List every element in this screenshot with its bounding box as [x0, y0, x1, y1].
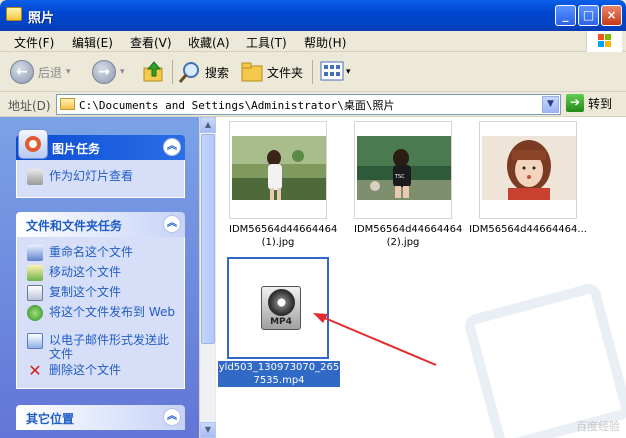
go-label: 转到 [588, 96, 613, 111]
folder-up-icon [143, 61, 163, 82]
task-label: 复制这个文件 [49, 285, 122, 299]
toolbar: ← 后退 ▾ → ▾ 搜索 文件夹 ▾ [0, 53, 626, 92]
back-button[interactable]: ← 后退 ▾ [10, 57, 71, 87]
task-pane: 图片任务 ︽ 作为幻灯片查看 文件和文件夹任务 ︽ 重命名这个文件 移动这个文件 [0, 117, 199, 438]
views-icon [320, 61, 344, 81]
delete-icon: ✕ [28, 361, 42, 380]
explorer-window: 照片 _ □ × 文件(F) 编辑(E) 查看(V) 收藏(A) 工具(T) 帮… [0, 0, 626, 438]
other-places-title: 其它位置 [26, 412, 75, 426]
forward-dropdown-icon: ▾ [120, 67, 125, 77]
task-label: 移动这个文件 [49, 265, 122, 279]
minimize-button[interactable]: _ [555, 5, 576, 26]
picture-tasks-title: 图片任务 [52, 142, 101, 156]
file-tasks-header[interactable]: 文件和文件夹任务 ︽ [16, 212, 185, 237]
views-dropdown-icon: ▾ [346, 67, 351, 77]
window-title: 照片 [28, 11, 55, 26]
other-places-header[interactable]: 其它位置 ︽ [16, 405, 185, 430]
address-bar: 地址(D) C:\Documents and Settings\Administ… [0, 93, 626, 117]
task-label: 作为幻灯片查看 [49, 169, 134, 183]
task-label: 删除这个文件 [49, 363, 122, 377]
search-icon [178, 62, 199, 83]
collapse-icon[interactable]: ︽ [163, 408, 181, 426]
forward-button[interactable]: → ▾ [92, 57, 125, 87]
views-button[interactable]: ▾ [320, 57, 351, 87]
address-label: 地址(D) [8, 99, 51, 113]
menu-file[interactable]: 文件(F) [14, 34, 54, 51]
task-pane-scrollbar[interactable]: ▲ ▼ [199, 117, 216, 438]
scroll-thumb[interactable] [201, 134, 215, 344]
back-label: 后退 [38, 65, 63, 80]
scroll-up-icon[interactable]: ▲ [200, 117, 216, 133]
move-icon [27, 265, 43, 281]
windows-logo-icon [586, 31, 622, 52]
folders-label: 文件夹 [267, 65, 304, 80]
folders-button[interactable]: 文件夹 [240, 57, 303, 87]
picture-tasks-header[interactable]: 图片任务 ︽ [16, 129, 185, 160]
forward-arrow-icon: → [92, 60, 116, 84]
task-rename[interactable]: 重命名这个文件 [27, 245, 133, 261]
file-tasks-title: 文件和文件夹任务 [26, 219, 123, 233]
menu-bar: 文件(F) 编辑(E) 查看(V) 收藏(A) 工具(T) 帮助(H) [0, 31, 626, 52]
go-button[interactable]: ➔ 转到 [566, 94, 612, 112]
menu-tools[interactable]: 工具(T) [246, 34, 287, 51]
folders-icon [241, 62, 263, 82]
chevron-down-icon[interactable]: ▼ [542, 96, 559, 113]
up-button[interactable] [142, 57, 166, 87]
close-button[interactable]: × [601, 5, 622, 26]
search-button[interactable]: 搜索 [178, 57, 229, 87]
task-label: 将这个文件发布到 Web [49, 305, 175, 319]
task-email[interactable]: 以电子邮件形式发送此文件 [27, 333, 177, 361]
task-publish-web[interactable]: 将这个文件发布到 Web [27, 305, 177, 321]
search-label: 搜索 [205, 65, 230, 80]
scroll-down-icon[interactable]: ▼ [200, 422, 216, 438]
folder-icon [6, 7, 22, 21]
copy-icon [27, 285, 43, 301]
address-path: C:\Documents and Settings\Administrator\… [79, 99, 395, 112]
title-bar[interactable]: 照片 _ □ × [0, 0, 626, 31]
picture-tasks-icon [18, 129, 48, 159]
task-slideshow[interactable]: 作为幻灯片查看 [27, 169, 133, 185]
menu-view[interactable]: 查看(V) [130, 34, 172, 51]
task-label: 重命名这个文件 [49, 245, 134, 259]
task-label: 以电子邮件形式发送此文件 [49, 333, 170, 361]
slideshow-icon [27, 169, 43, 185]
task-move[interactable]: 移动这个文件 [27, 265, 121, 281]
rename-icon [27, 245, 43, 261]
globe-icon [27, 305, 43, 321]
toolbar-separator [312, 60, 313, 84]
task-delete[interactable]: ✕ 删除这个文件 [27, 363, 121, 379]
toolbar-separator [172, 60, 173, 84]
menu-help[interactable]: 帮助(H) [304, 34, 346, 51]
collapse-icon[interactable]: ︽ [163, 215, 181, 233]
menu-favorites[interactable]: 收藏(A) [188, 34, 230, 51]
menu-edit[interactable]: 编辑(E) [72, 34, 113, 51]
go-arrow-icon: ➔ [566, 94, 584, 112]
file-tasks-panel: 重命名这个文件 移动这个文件 复制这个文件 将这个文件发布到 Web 以电子邮件… [16, 237, 185, 389]
folder-icon [60, 98, 75, 110]
address-field[interactable]: C:\Documents and Settings\Administrator\… [56, 94, 561, 115]
back-arrow-icon: ← [10, 60, 34, 84]
task-copy[interactable]: 复制这个文件 [27, 285, 121, 301]
watermark-text: 百度经验 [576, 420, 620, 433]
maximize-button[interactable]: □ [578, 5, 599, 26]
picture-tasks-panel: 作为幻灯片查看 [16, 160, 185, 198]
file-view: IDM56564d44664464 (1).jpg TSC IDM56564d4… [216, 117, 626, 438]
email-icon [27, 333, 43, 349]
back-dropdown-icon: ▾ [66, 67, 71, 77]
collapse-icon[interactable]: ︽ [163, 138, 181, 156]
